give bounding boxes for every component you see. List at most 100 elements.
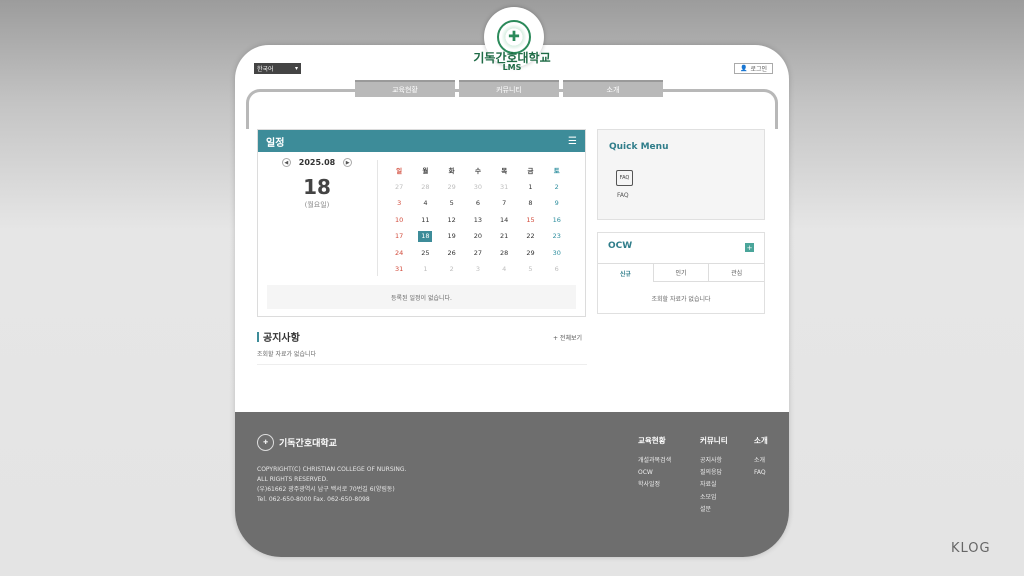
next-month-icon[interactable]: ▶: [343, 158, 353, 167]
calendar-day[interactable]: 27: [465, 249, 491, 257]
footer-col-education: 교육현황 개설과목검색 OCW 학사일정: [638, 435, 671, 492]
calendar-day[interactable]: 28: [491, 249, 517, 257]
calendar-day[interactable]: 6: [544, 265, 570, 273]
watermark: KLOG: [951, 541, 991, 556]
list-icon[interactable]: ☰: [568, 136, 577, 147]
calendar-day[interactable]: 31: [386, 265, 412, 273]
footer-col-about: 소개 소개 FAQ: [754, 435, 768, 479]
footer-link[interactable]: FAQ: [754, 467, 768, 479]
weekday-header: 월: [422, 167, 429, 176]
calendar-day-today[interactable]: 18: [412, 230, 438, 242]
schedule-title: 일정: [266, 137, 285, 149]
month-navigator: ◀ 2025.08 ▶: [258, 158, 376, 167]
footer-link[interactable]: 자료실: [700, 479, 728, 491]
calendar-day[interactable]: 15: [517, 216, 543, 224]
selected-weekday: (월요일): [304, 201, 330, 209]
tab-interest[interactable]: 관심: [708, 263, 765, 282]
calendar-day[interactable]: 2: [544, 183, 570, 191]
selected-date: ◀ 2025.08 ▶ 18 (월요일): [258, 158, 376, 210]
selected-day: 18: [303, 175, 331, 199]
calendar-day[interactable]: 17: [386, 232, 412, 240]
calendar-day[interactable]: 30: [465, 183, 491, 191]
footer-link[interactable]: 소개: [754, 455, 768, 467]
current-month: 2025.08: [298, 158, 336, 167]
calendar-day[interactable]: 3: [386, 199, 412, 207]
brand-subtitle: LMS: [502, 63, 522, 72]
chevron-down-icon: ▾: [294, 65, 298, 72]
footer-link[interactable]: 개설과목검색: [638, 455, 671, 467]
user-icon: 👤: [739, 65, 748, 72]
footer-link[interactable]: 설문: [700, 504, 728, 516]
calendar-day[interactable]: 20: [465, 232, 491, 240]
calendar-day[interactable]: 26: [439, 249, 465, 257]
page-container: 한국어 ▾ 👤 로그인 교육현황 커뮤니티 소개 일정 ☰ ◀ 2025.08 …: [235, 45, 789, 557]
calendar-day[interactable]: 5: [517, 265, 543, 273]
calendar-day[interactable]: 5: [439, 199, 465, 207]
footer-col-heading: 커뮤니티: [700, 436, 728, 445]
calendar-week: 31 1 2 3 4 5 6: [386, 261, 570, 278]
view-all-link[interactable]: + 전체보기: [553, 333, 582, 342]
faq-link[interactable]: FAQ: [617, 192, 629, 199]
tab-popular[interactable]: 인기: [652, 263, 709, 282]
calendar-day[interactable]: 6: [465, 199, 491, 207]
calendar-day[interactable]: 19: [439, 232, 465, 240]
ocw-title: OCW: [608, 241, 633, 251]
calendar-week: 17 18 19 20 21 22 23: [386, 228, 570, 245]
calendar-day[interactable]: 29: [517, 249, 543, 257]
nav-tab-about[interactable]: 소개: [563, 80, 663, 97]
nav-tab-education[interactable]: 교육현황: [355, 80, 455, 97]
calendar-day[interactable]: 24: [386, 249, 412, 257]
calendar-week: 10 11 12 13 14 15 16: [386, 212, 570, 229]
calendar-day[interactable]: 4: [491, 265, 517, 273]
tab-new[interactable]: 신규: [598, 263, 653, 282]
calendar-day[interactable]: 1: [412, 265, 438, 273]
language-select[interactable]: 한국어 ▾: [254, 63, 301, 74]
calendar-day[interactable]: 25: [412, 249, 438, 257]
footer-col-heading: 소개: [754, 436, 768, 445]
calendar-day[interactable]: 21: [491, 232, 517, 240]
calendar-day[interactable]: 22: [517, 232, 543, 240]
weekday-header: 토: [553, 167, 560, 176]
calendar-day[interactable]: 10: [386, 216, 412, 224]
footer-link[interactable]: 소모임: [700, 492, 728, 504]
calendar-day[interactable]: 8: [517, 199, 543, 207]
calendar-day[interactable]: 31: [491, 183, 517, 191]
calendar-day[interactable]: 11: [412, 216, 438, 224]
footer-col-heading: 교육현황: [638, 436, 666, 445]
footer-info: COPYRIGHT(C) CHRISTIAN COLLEGE OF NURSIN…: [257, 465, 457, 505]
calendar-day[interactable]: 29: [439, 183, 465, 191]
calendar-day[interactable]: 27: [386, 183, 412, 191]
calendar-day[interactable]: 2: [439, 265, 465, 273]
calendar-day[interactable]: 4: [412, 199, 438, 207]
calendar-day[interactable]: 16: [544, 216, 570, 224]
login-button[interactable]: 👤 로그인: [733, 63, 773, 74]
faq-icon[interactable]: FAQ: [616, 170, 633, 186]
calendar-day[interactable]: 30: [544, 249, 570, 257]
address-text: (우)61662 광주광역시 남구 백서로 70번길 6(양림동): [257, 486, 395, 493]
quick-menu-title: Quick Menu: [609, 142, 669, 152]
footer-brand-name: 기독간호대학교: [279, 439, 337, 449]
rights-text: ALL RIGHTS RESERVED.: [257, 476, 329, 483]
heading-bar: [257, 331, 259, 342]
notice-heading: 공지사항: [257, 329, 300, 344]
footer: ✚ 기독간호대학교 COPYRIGHT(C) CHRISTIAN COLLEGE…: [235, 412, 789, 557]
calendar-day[interactable]: 14: [491, 216, 517, 224]
notice-title: 공지사항: [263, 333, 300, 344]
main-nav: 교육현황 커뮤니티 소개: [355, 80, 663, 97]
footer-link[interactable]: 학사일정: [638, 479, 671, 491]
footer-link[interactable]: 질의응답: [700, 467, 728, 479]
calendar-day[interactable]: 12: [439, 216, 465, 224]
footer-link[interactable]: 공지사항: [700, 455, 728, 467]
prev-month-icon[interactable]: ◀: [281, 158, 291, 167]
today-marker: 18: [418, 230, 433, 242]
footer-link[interactable]: OCW: [638, 467, 671, 479]
plus-icon[interactable]: +: [745, 243, 754, 252]
calendar-day[interactable]: 28: [412, 183, 438, 191]
calendar-day[interactable]: 3: [465, 265, 491, 273]
nav-tab-community[interactable]: 커뮤니티: [459, 80, 559, 97]
calendar-day[interactable]: 9: [544, 199, 570, 207]
calendar-day[interactable]: 1: [517, 183, 543, 191]
calendar-day[interactable]: 23: [544, 232, 570, 240]
calendar-day[interactable]: 13: [465, 216, 491, 224]
calendar-day[interactable]: 7: [491, 199, 517, 207]
